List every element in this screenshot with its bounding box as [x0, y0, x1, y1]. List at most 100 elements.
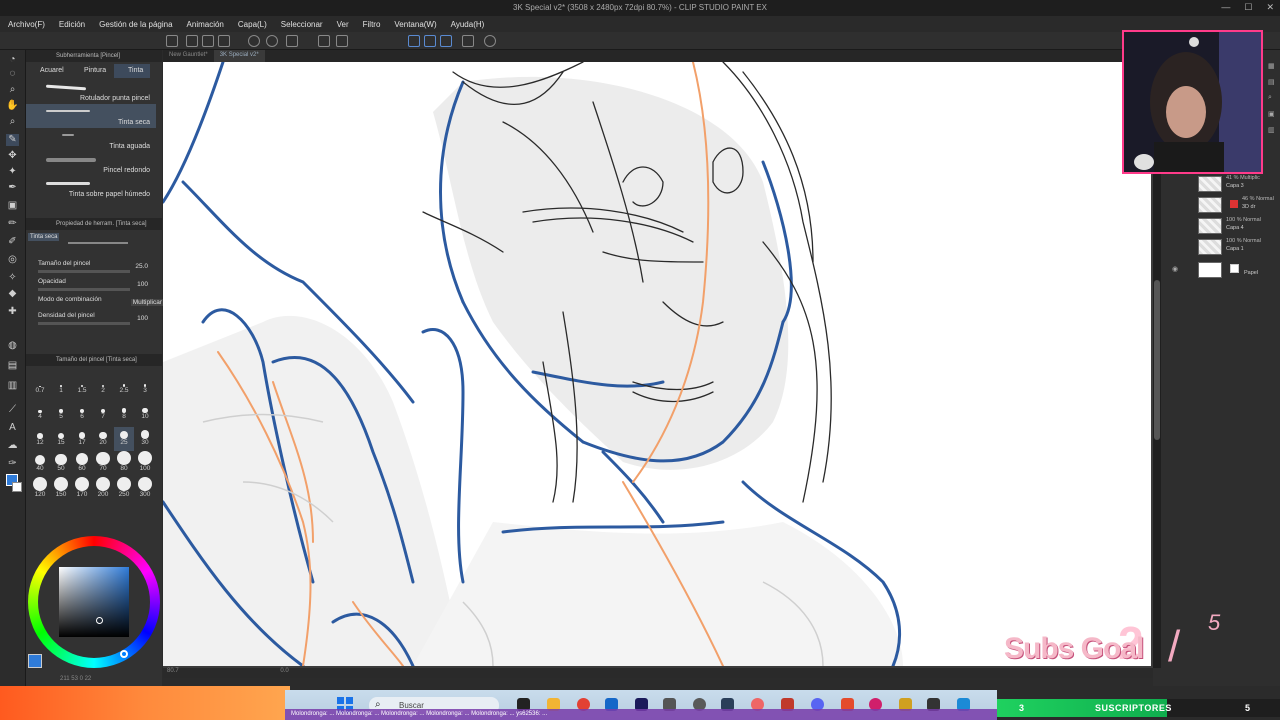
brush-size-option[interactable]: 170 [72, 477, 92, 503]
sub-color-swatch[interactable] [12, 482, 22, 492]
brush-tinta-seca[interactable]: Tinta seca [26, 104, 156, 128]
brush-size-option[interactable]: 250 [114, 477, 134, 503]
brush-size-option[interactable]: 50 [51, 453, 71, 477]
brush-size-option[interactable]: 2 [93, 375, 113, 399]
lasso-tool-icon[interactable]: ◌ [6, 68, 19, 80]
hue-marker[interactable] [120, 650, 128, 658]
brush-size-option[interactable]: 12 [30, 427, 50, 451]
brush-size-option[interactable]: 1.5 [72, 375, 92, 399]
eraser-icon[interactable]: ◆ [6, 288, 19, 300]
saturation-value-square[interactable] [59, 567, 129, 637]
brush-size-option[interactable]: 30 [135, 427, 155, 451]
brush-size-option[interactable]: 20 [93, 427, 113, 451]
settings-icon[interactable] [462, 35, 474, 47]
menu-archivo[interactable]: Archivo(F) [8, 20, 45, 29]
doc-tab-new-gauntlet[interactable]: New Gauntlet* [163, 50, 214, 62]
brush-size-option[interactable]: 25 [114, 427, 134, 451]
fill-tool-icon[interactable]: ▣ [6, 200, 19, 212]
prop-brush-size[interactable]: Tamaño del pincel 25.0 [38, 260, 158, 274]
tab-pintura[interactable]: Pintura [70, 64, 114, 78]
brush-rotulador[interactable]: Rotulador punta pincel [26, 80, 156, 104]
ruler-icon[interactable]: ⟋ [6, 404, 19, 416]
brush-tinta-aguada[interactable]: Tinta aguada [26, 128, 156, 152]
brush-size-option[interactable]: 8 [114, 401, 134, 425]
brush-size-option[interactable]: 7 [93, 401, 113, 425]
history-icon[interactable]: ▥ [1268, 126, 1278, 134]
layer-item[interactable]: 100 % Normal Capa 4 [1170, 216, 1276, 236]
frame-icon[interactable]: ▥ [6, 380, 19, 392]
eyedropper-icon[interactable]: ⌕ [6, 116, 19, 128]
current-color-swatch[interactable] [28, 654, 42, 668]
brush-size-option[interactable]: 6 [72, 401, 92, 425]
menu-animacion[interactable]: Animación [187, 20, 224, 29]
brush-size-option[interactable]: 3 [135, 375, 155, 399]
layer-search-icon[interactable]: ⌕ [1268, 94, 1278, 102]
snap-grid-icon[interactable] [440, 35, 452, 47]
brush-size-option[interactable]: 80 [114, 451, 134, 477]
snap-ruler-icon[interactable] [408, 35, 420, 47]
brush-size-option[interactable]: 17 [72, 427, 92, 451]
correct-line-icon[interactable]: ✑ [6, 458, 19, 470]
tab-acuarela[interactable]: Acuarel [26, 64, 70, 78]
snap-special-ruler-icon[interactable] [424, 35, 436, 47]
transform-icon[interactable] [318, 35, 330, 47]
brush-size-option[interactable]: 100 [135, 451, 155, 477]
color-wheel[interactable] [28, 536, 160, 668]
layer-item[interactable]: 100 % Normal Capa 1 [1170, 237, 1276, 257]
color-cursor[interactable] [96, 617, 103, 624]
status-zoom[interactable]: 80.7 [167, 668, 179, 674]
text-tool-icon[interactable]: A [6, 422, 19, 434]
navigator-icon[interactable]: ▣ [1268, 110, 1278, 118]
brush-size-option[interactable]: 300 [135, 477, 155, 503]
blend-tool-icon[interactable]: ◎ [6, 254, 19, 266]
help-icon[interactable] [484, 35, 496, 47]
brush-size-option[interactable]: 4 [30, 401, 50, 425]
new-icon[interactable] [186, 35, 198, 47]
clear-icon[interactable] [286, 35, 298, 47]
app-icon[interactable] [166, 35, 178, 47]
menu-edicion[interactable]: Edición [59, 20, 85, 29]
status-angle[interactable]: 0.0 [280, 668, 288, 674]
close-icon[interactable]: ✕ [1266, 2, 1274, 13]
doc-tab-3k-special[interactable]: 3K Special v2* [213, 50, 265, 62]
brush-size-option[interactable]: 60 [72, 452, 92, 477]
menu-capa[interactable]: Capa(L) [238, 20, 267, 29]
menu-ventana[interactable]: Ventana(W) [394, 20, 436, 29]
prop-opacity[interactable]: Opacidad 100 [38, 278, 158, 292]
layer-menu-icon[interactable]: ▦ [1268, 62, 1278, 70]
redo-icon[interactable] [266, 35, 278, 47]
brush-pincel-redondo[interactable]: Pincel redondo [26, 152, 156, 176]
figure-tool-icon[interactable]: ✚ [6, 306, 19, 318]
pen-tool-icon[interactable]: ✒ [6, 182, 19, 194]
save-icon[interactable] [218, 35, 230, 47]
crop-icon[interactable] [336, 35, 348, 47]
prop-brush-density[interactable]: Densidad del pincel 100 [38, 312, 158, 326]
brush-size-option[interactable]: 120 [30, 477, 50, 503]
layer-props-icon[interactable]: ▤ [1268, 78, 1278, 86]
brush-size-option[interactable]: 1 [51, 375, 71, 399]
brush-size-option[interactable]: 70 [93, 451, 113, 477]
magnifier-icon[interactable]: ⌕ [6, 84, 19, 96]
balloon-icon[interactable]: ☁ [6, 440, 19, 452]
brush-size-option[interactable]: 15 [51, 427, 71, 451]
menu-gestion-pagina[interactable]: Gestión de la página [99, 20, 172, 29]
menu-seleccionar[interactable]: Seleccionar [281, 20, 323, 29]
hand-tool-icon[interactable]: ✋ [6, 100, 19, 112]
prop-blend-mode[interactable]: Modo de combinación Multiplicar [38, 296, 164, 310]
sparkle-tool-icon[interactable]: ✦ [6, 166, 19, 178]
brush-tinta-papel[interactable]: Tinta sobre papel húmedo [26, 176, 156, 200]
airbrush-icon[interactable]: ✐ [6, 236, 19, 248]
drawing-canvas[interactable] [163, 62, 1151, 666]
brush-size-option[interactable]: 0.7 [30, 375, 50, 399]
layer-item-paper[interactable]: ◉ Papel [1170, 260, 1276, 280]
decoration-tool-icon[interactable]: ✧ [6, 272, 19, 284]
brush-size-option[interactable]: 200 [93, 477, 113, 503]
move-tool-icon[interactable]: ✥ [6, 150, 19, 162]
minimize-icon[interactable]: — [1221, 2, 1230, 13]
brush-size-option[interactable]: 5 [51, 401, 71, 425]
brush-size-option[interactable]: 10 [135, 401, 155, 425]
undo-icon[interactable] [248, 35, 260, 47]
layer-item[interactable]: 41 % Multiplic Capa 3 [1170, 174, 1276, 194]
zoom-tool-icon[interactable]: ◔ [6, 54, 19, 66]
menu-filtro[interactable]: Filtro [363, 20, 381, 29]
